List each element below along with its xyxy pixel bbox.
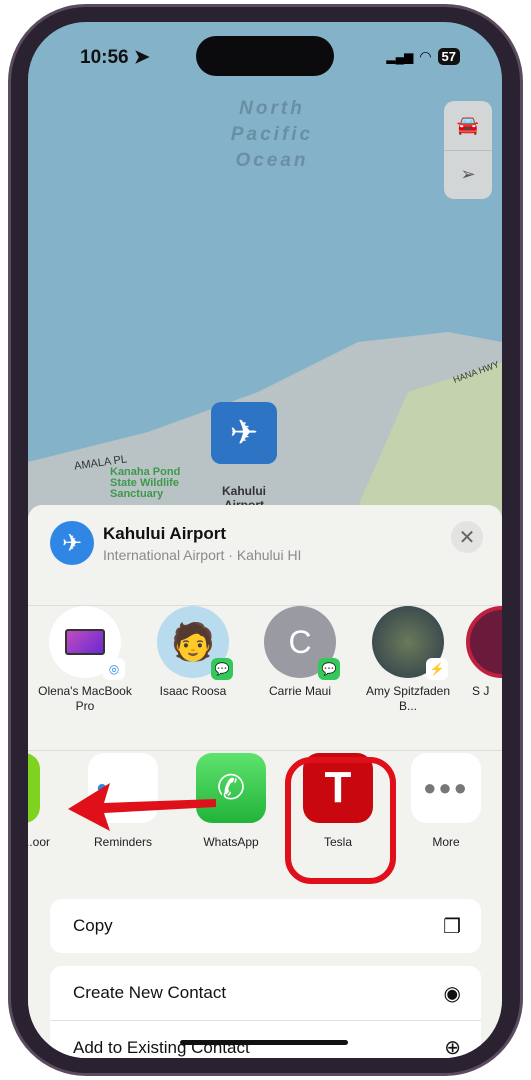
- avatar: C 💬: [264, 606, 340, 680]
- share-target[interactable]: 🧑 💬 Isaac Roosa: [143, 606, 243, 699]
- avatar: 🧑 💬: [157, 606, 233, 680]
- car-icon[interactable]: 🚘: [444, 101, 492, 150]
- share-target[interactable]: C 💬 Carrie Maui: [250, 606, 350, 699]
- close-button[interactable]: ✕: [451, 521, 483, 553]
- more-icon: ●●●: [411, 753, 481, 823]
- copy-icon: ❐: [443, 915, 461, 938]
- sheet-title: Kahului Airport: [103, 524, 227, 543]
- app-partial[interactable]: ...oor: [28, 753, 50, 849]
- close-icon: ✕: [458, 526, 476, 549]
- person-circle-icon: ◉: [443, 982, 461, 1005]
- signal-icon: ▂▄▆: [386, 49, 414, 64]
- airplane-icon: ✈: [50, 521, 94, 565]
- avatar: ◎: [49, 606, 125, 680]
- status-icons: ▂▄▆ ◠ 57: [386, 48, 460, 65]
- battery-icon: 57: [437, 48, 460, 65]
- wifi-icon: ◠: [419, 48, 432, 64]
- park-label: Kanaha Pond State Wildlife Sanctuary: [110, 466, 181, 500]
- screen: 10:56 ➤ ▂▄▆ ◠ 57 North Pacific Ocean 🚘 ➢ A…: [28, 22, 502, 1058]
- action-create-contact[interactable]: Create New Contact ◉: [50, 966, 481, 1020]
- avatar: [466, 606, 502, 678]
- messages-icon: 💬: [318, 658, 340, 680]
- map-controls: 🚘 ➢: [444, 101, 492, 199]
- messages-icon: 💬: [211, 658, 233, 680]
- home-indicator[interactable]: [180, 1040, 348, 1045]
- dynamic-island: [196, 36, 334, 76]
- ocean-label: North Pacific Ocean: [230, 98, 314, 171]
- share-target[interactable]: S J: [466, 606, 502, 699]
- avatar: ⚡: [372, 606, 448, 680]
- app-more[interactable]: ●●● More: [401, 753, 491, 849]
- divider: [28, 750, 502, 751]
- share-target[interactable]: ◎ Olena's MacBook Pro: [35, 606, 135, 714]
- app-icon: [28, 753, 40, 823]
- highlight-box: [285, 757, 396, 884]
- messenger-icon: ⚡: [426, 658, 448, 680]
- person-add-icon: ⊕: [444, 1037, 461, 1058]
- action-add-existing-contact[interactable]: Add to Existing Contact ⊕: [50, 1020, 481, 1058]
- airdrop-icon: ◎: [103, 658, 125, 680]
- airport-pin[interactable]: ✈: [211, 402, 277, 464]
- share-target[interactable]: ⚡ Amy Spitzfaden B...: [358, 606, 458, 714]
- share-sheet: ✈ Kahului Airport International Airport …: [28, 505, 502, 1058]
- location-arrow-icon[interactable]: ➢: [444, 149, 492, 200]
- arrow-annotation: [68, 783, 216, 831]
- copy-card: Copy ❐: [50, 899, 481, 953]
- airplane-icon: ✈: [229, 414, 259, 452]
- laptop-icon: [65, 629, 105, 655]
- status-time: 10:56 ➤: [80, 47, 150, 68]
- sheet-subtitle: International Airport · Kahului HI: [103, 547, 302, 563]
- action-copy[interactable]: Copy ❐: [50, 899, 481, 953]
